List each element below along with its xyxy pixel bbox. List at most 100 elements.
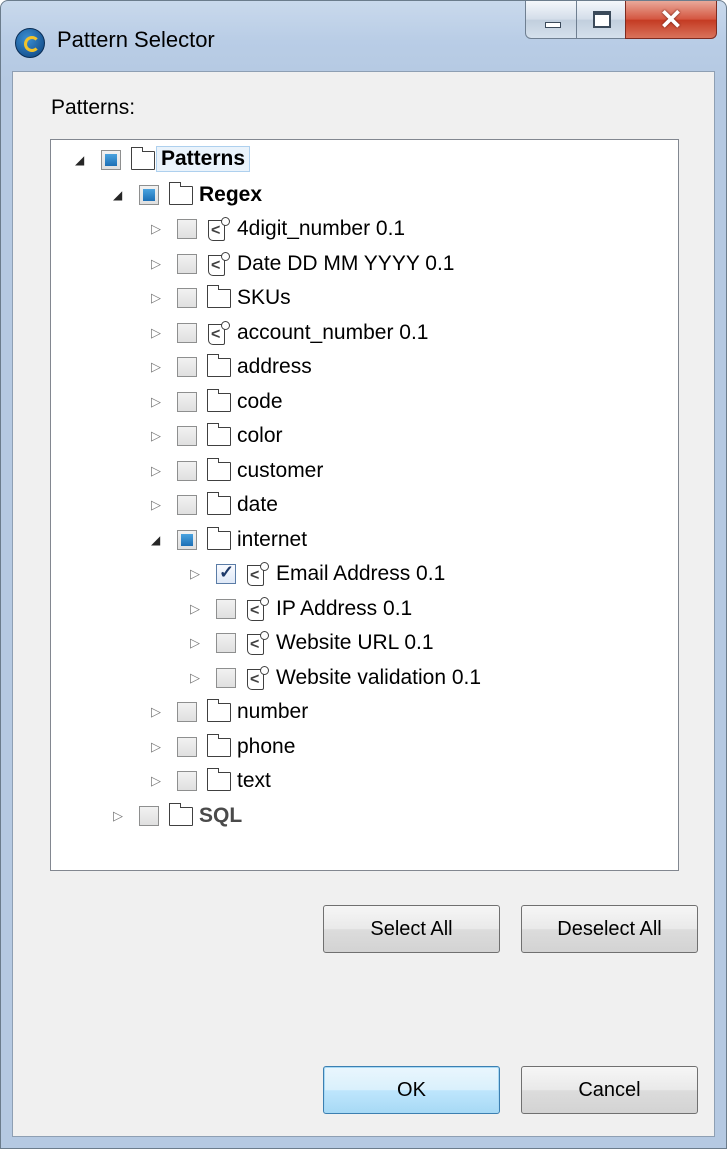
tree-node-checkbox[interactable] <box>139 805 159 826</box>
tree-node[interactable]: ▷ < Website URL 0.1 <box>51 627 678 661</box>
tree-node[interactable]: ▷ address <box>51 351 678 385</box>
collapsed-arrow-icon[interactable]: ▷ <box>151 429 163 443</box>
tree-node-checkbox[interactable] <box>177 322 197 343</box>
tree-node[interactable]: ▷ < Website validation 0.1 <box>51 662 678 696</box>
tree-node-label[interactable]: Email Address 0.1 <box>276 562 445 586</box>
tree-node[interactable]: ▷ code <box>51 386 678 420</box>
folder-icon <box>131 147 155 170</box>
collapsed-arrow-icon[interactable]: ▷ <box>151 394 163 409</box>
collapsed-arrow-icon[interactable]: ▷ <box>151 360 163 374</box>
collapsed-arrow-icon[interactable]: ▷ <box>151 705 163 719</box>
tree-node[interactable]: ▷ SQL <box>51 800 678 834</box>
tree-node-label[interactable]: Patterns <box>156 146 251 172</box>
folder-icon <box>207 768 231 791</box>
folder-icon <box>207 285 231 308</box>
tree-node-checkbox[interactable] <box>177 426 197 446</box>
select-all-button[interactable]: Select All <box>323 905 500 953</box>
tree-node-label[interactable]: address <box>237 355 312 379</box>
tree-node[interactable]: ▷ date <box>51 489 678 523</box>
tree-node-label[interactable]: Regex <box>199 183 262 207</box>
collapsed-arrow-icon[interactable]: ▷ <box>151 256 163 271</box>
title-bar[interactable]: Pattern Selector ✕ <box>1 1 726 71</box>
tree-node-checkbox[interactable] <box>216 562 236 584</box>
tree-node-checkbox[interactable] <box>177 702 197 722</box>
tree-node[interactable]: ▷ < IP Address 0.1 <box>51 593 678 627</box>
folder-icon <box>207 354 231 377</box>
collapsed-arrow-icon[interactable]: ▷ <box>151 463 163 478</box>
tree-node-label[interactable]: account_number 0.1 <box>237 321 428 345</box>
tree-node-checkbox[interactable] <box>216 667 236 688</box>
expanded-arrow-icon[interactable]: ◢ <box>75 153 87 167</box>
tree-node-checkbox[interactable] <box>139 184 159 205</box>
pattern-file-icon: < <box>245 596 271 623</box>
patterns-tree[interactable]: ◢ Patterns ◢ Regex ▷ <4digit_number 0.1 ▷ < Date… <box>50 139 679 871</box>
tree-node-label[interactable]: number <box>237 700 308 724</box>
tree-node-label[interactable]: Website validation 0.1 <box>276 666 481 690</box>
tree-node-label[interactable]: 4digit_number 0.1 <box>237 217 405 241</box>
collapsed-arrow-icon[interactable]: ▷ <box>190 670 202 685</box>
tree-node[interactable]: ▷ <Email Address 0.1 <box>51 558 678 592</box>
tree-node[interactable]: ◢ internet <box>51 524 678 558</box>
tree-node-checkbox[interactable] <box>177 288 197 308</box>
tree-node-label[interactable]: code <box>237 390 283 414</box>
folder-icon <box>207 388 231 412</box>
tree-node-label[interactable]: date <box>237 493 278 517</box>
tree-node-label[interactable]: SQL <box>199 804 242 828</box>
tree-node-label[interactable]: color <box>237 424 283 448</box>
tree-node-label[interactable]: Date DD MM YYYY 0.1 <box>237 252 454 276</box>
tree-node[interactable]: ▷ <4digit_number 0.1 <box>51 213 678 247</box>
collapsed-arrow-icon[interactable]: ▷ <box>151 291 163 305</box>
tree-node-label[interactable]: SKUs <box>237 286 291 310</box>
tree-node[interactable]: ▷ phone <box>51 731 678 765</box>
tree-node-label[interactable]: text <box>237 769 271 793</box>
tree-node[interactable]: ▷ number <box>51 696 678 730</box>
collapsed-arrow-icon[interactable]: ▷ <box>190 567 202 581</box>
tree-node-checkbox[interactable] <box>101 150 121 170</box>
tree-node-checkbox[interactable] <box>177 495 197 515</box>
tree-node[interactable]: ◢ Patterns <box>51 144 678 178</box>
tree-node-checkbox[interactable] <box>216 598 236 619</box>
tree-node-label[interactable]: internet <box>237 528 307 552</box>
tree-node-checkbox[interactable] <box>177 219 197 239</box>
close-icon: ✕ <box>659 4 683 35</box>
tree-node-label[interactable]: customer <box>237 459 323 483</box>
folder-icon <box>207 526 231 550</box>
tree-node-checkbox[interactable] <box>177 460 197 481</box>
minimize-button[interactable] <box>525 1 577 39</box>
cancel-button[interactable]: Cancel <box>521 1066 698 1114</box>
close-button[interactable]: ✕ <box>625 1 717 39</box>
tree-node-checkbox[interactable] <box>177 736 197 757</box>
collapsed-arrow-icon[interactable]: ▷ <box>190 601 202 616</box>
expanded-arrow-icon[interactable]: ◢ <box>113 188 125 202</box>
maximize-button[interactable] <box>576 1 626 39</box>
tree-node[interactable]: ▷ < account_number 0.1 <box>51 317 678 351</box>
tree-node[interactable]: ▷ SKUs <box>51 282 678 316</box>
collapsed-arrow-icon[interactable]: ▷ <box>151 498 163 512</box>
tree-node[interactable]: ▷ customer <box>51 455 678 489</box>
collapsed-arrow-icon[interactable]: ▷ <box>151 325 163 340</box>
tree-node-checkbox[interactable] <box>177 253 197 274</box>
collapsed-arrow-icon[interactable]: ▷ <box>151 222 163 236</box>
expanded-arrow-icon[interactable]: ◢ <box>151 533 163 547</box>
tree-node[interactable]: ▷ text <box>51 765 678 799</box>
tree-node-label[interactable]: Website URL 0.1 <box>276 631 434 655</box>
collapsed-arrow-icon[interactable]: ▷ <box>113 808 125 823</box>
tree-node-checkbox[interactable] <box>216 633 236 653</box>
collapsed-arrow-icon[interactable]: ▷ <box>151 739 163 754</box>
tree-node-label[interactable]: phone <box>237 735 295 759</box>
tree-node-checkbox[interactable] <box>177 771 197 791</box>
collapsed-arrow-icon[interactable]: ▷ <box>190 636 202 650</box>
collapsed-arrow-icon[interactable]: ▷ <box>151 774 163 788</box>
tree-node-checkbox[interactable] <box>177 357 197 377</box>
ok-button[interactable]: OK <box>323 1066 500 1114</box>
tree-node-checkbox[interactable] <box>177 391 197 412</box>
tree-node[interactable]: ▷ color <box>51 420 678 454</box>
tree-node[interactable]: ▷ < Date DD MM YYYY 0.1 <box>51 248 678 282</box>
deselect-all-button[interactable]: Deselect All <box>521 905 698 953</box>
folder-icon <box>207 457 231 481</box>
tree-node-checkbox[interactable] <box>177 529 197 550</box>
tree-node-label[interactable]: IP Address 0.1 <box>276 597 412 621</box>
pattern-file-icon: < <box>245 631 271 657</box>
tree-node[interactable]: ◢ Regex <box>51 179 678 213</box>
pattern-file-icon: < <box>245 665 271 692</box>
